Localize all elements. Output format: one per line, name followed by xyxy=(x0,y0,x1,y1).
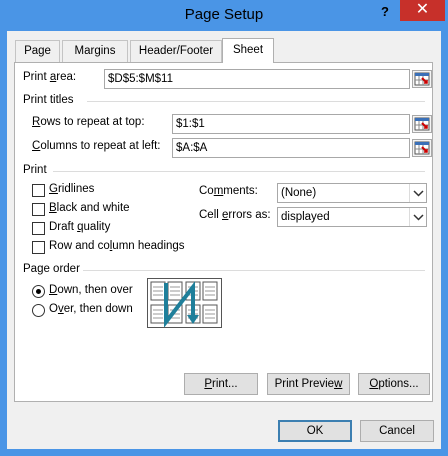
range-select-icon xyxy=(414,72,430,86)
page-order-heading: Page order xyxy=(23,263,80,275)
draft-quality-label: Draft quality xyxy=(49,221,111,233)
draft-quality-checkbox[interactable] xyxy=(32,222,45,235)
cell-errors-label: Cell errors as: xyxy=(199,209,271,221)
comments-select[interactable]: (None) xyxy=(277,183,427,203)
print-heading: Print xyxy=(23,164,47,176)
gridlines-checkbox[interactable] xyxy=(32,184,45,197)
over-then-down-radio[interactable] xyxy=(32,304,45,317)
page-setup-dialog: Page Setup ? ✕ Page Margins Header/Foote… xyxy=(0,0,448,456)
chevron-down-icon xyxy=(409,184,426,202)
print-button[interactable]: Print... xyxy=(184,373,258,395)
rows-to-repeat-label: Rows to repeat at top: xyxy=(32,116,145,128)
sheet-tab-panel: Print area: $D$5:$M$11 Print titles Rows… xyxy=(14,62,433,402)
comments-label: Comments: xyxy=(199,185,258,197)
print-titles-heading: Print titles xyxy=(23,94,74,106)
over-then-down-label: Over, then down xyxy=(49,303,133,315)
down-then-over-label: Down, then over xyxy=(49,284,133,296)
print-area-input[interactable]: $D$5:$M$11 xyxy=(104,69,410,89)
ok-button[interactable]: OK xyxy=(278,420,352,442)
row-column-headings-checkbox[interactable] xyxy=(32,241,45,254)
print-preview-button[interactable]: Print Preview xyxy=(267,373,350,395)
chevron-down-icon xyxy=(409,208,426,226)
close-button[interactable]: ✕ xyxy=(400,0,445,21)
tab-page[interactable]: Page xyxy=(15,40,60,62)
title-bar[interactable]: Page Setup ? ✕ xyxy=(0,0,448,31)
columns-to-repeat-input[interactable]: $A:$A xyxy=(172,138,410,158)
help-button[interactable]: ? xyxy=(372,1,398,23)
tab-margins[interactable]: Margins xyxy=(62,40,128,62)
columns-collapse-button[interactable] xyxy=(412,139,432,157)
cancel-button[interactable]: Cancel xyxy=(360,420,434,442)
black-and-white-label: Black and white xyxy=(49,202,130,214)
range-select-icon xyxy=(414,117,430,131)
rows-collapse-button[interactable] xyxy=(412,115,432,133)
options-button[interactable]: Options... xyxy=(358,373,430,395)
print-area-collapse-button[interactable] xyxy=(412,70,432,88)
black-and-white-checkbox[interactable] xyxy=(32,203,45,216)
rows-to-repeat-input[interactable]: $1:$1 xyxy=(172,114,410,134)
tab-header-footer[interactable]: Header/Footer xyxy=(130,40,222,62)
page-order-preview-image xyxy=(147,278,222,328)
gridlines-label: Gridlines xyxy=(49,183,95,195)
row-column-headings-label: Row and column headings xyxy=(49,240,185,252)
tab-sheet[interactable]: Sheet xyxy=(222,38,274,63)
columns-to-repeat-label: Columns to repeat at left: xyxy=(32,140,161,152)
dialog-body: Page Margins Header/Footer Sheet Print a… xyxy=(7,31,441,449)
cell-errors-select[interactable]: displayed xyxy=(277,207,427,227)
print-area-label: Print area: xyxy=(23,71,77,83)
range-select-icon xyxy=(414,141,430,155)
down-then-over-radio[interactable] xyxy=(32,285,45,298)
close-icon: ✕ xyxy=(415,1,430,18)
